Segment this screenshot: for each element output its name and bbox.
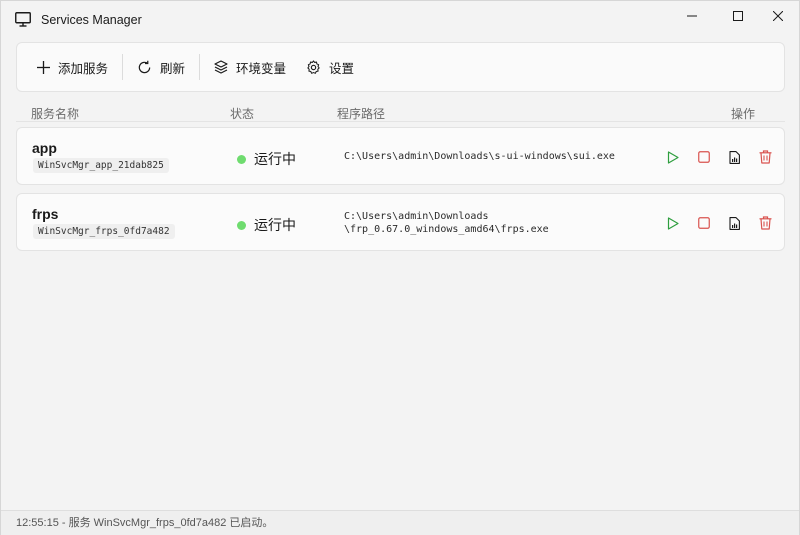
add-service-label: 添加服务	[58, 61, 109, 76]
toolbar-separator	[122, 54, 124, 80]
column-header-status: 状态	[230, 107, 255, 121]
service-status: 运行中	[237, 149, 296, 169]
env-vars-label: 环境变量	[236, 61, 287, 76]
env-vars-button[interactable]: 环境变量	[204, 50, 296, 84]
service-row[interactable]: frps WinSvcMgr_frps_0fd7a482 运行中 C:\User…	[16, 193, 785, 251]
status-text: 运行中	[254, 217, 296, 233]
title-bar[interactable]: Services Manager	[1, 1, 799, 35]
log-file-icon	[729, 216, 740, 230]
path-line: \frp_0.67.0_windows_amd64\frps.exe	[344, 224, 549, 235]
refresh-icon	[138, 60, 151, 73]
status-dot-icon	[237, 220, 246, 230]
gear-icon	[307, 59, 320, 74]
toolbar: 添加服务 刷新 环境变量 设置	[16, 42, 785, 92]
service-name: app	[32, 140, 57, 156]
path-line: C:\Users\admin\Downloads\s-ui-windows\su…	[344, 151, 615, 162]
log-file-icon	[729, 150, 740, 164]
window-title: Services Manager	[41, 13, 142, 27]
refresh-button[interactable]: 刷新	[127, 50, 195, 84]
toolbar-separator	[199, 54, 201, 80]
trash-icon	[759, 150, 772, 164]
close-icon	[773, 11, 783, 21]
refresh-label: 刷新	[160, 61, 186, 76]
view-log-button[interactable]	[719, 214, 750, 232]
settings-label: 设置	[329, 61, 355, 76]
stop-icon	[697, 151, 710, 163]
minimize-icon	[687, 15, 697, 17]
delete-button[interactable]	[750, 214, 781, 232]
header-divider	[16, 121, 785, 122]
stop-button[interactable]	[688, 214, 719, 232]
path-line: C:\Users\admin\Downloads	[344, 211, 489, 222]
status-text: 运行中	[254, 151, 296, 167]
column-header-actions: 操作	[731, 107, 756, 121]
play-icon	[667, 150, 679, 164]
service-status: 运行中	[237, 215, 296, 235]
row-actions	[657, 214, 781, 232]
minimize-button[interactable]	[669, 1, 715, 31]
app-window: Services Manager 添加服务 刷新 环境变量 设置 服务名称 状态…	[0, 0, 800, 535]
service-path: C:\Users\admin\Downloads\s-ui-windows\su…	[344, 150, 615, 163]
start-button[interactable]	[657, 214, 688, 232]
row-actions	[657, 148, 781, 166]
monitor-icon	[15, 12, 31, 27]
delete-button[interactable]	[750, 148, 781, 166]
close-button[interactable]	[755, 1, 800, 31]
service-id: WinSvcMgr_frps_0fd7a482	[33, 224, 175, 239]
service-path: C:\Users\admin\Downloads \frp_0.67.0_win…	[344, 210, 549, 236]
view-log-button[interactable]	[719, 148, 750, 166]
status-bar: 12:55:15 - 服务 WinSvcMgr_frps_0fd7a482 已启…	[1, 510, 799, 535]
trash-icon	[759, 216, 772, 230]
play-icon	[667, 216, 679, 230]
service-row[interactable]: app WinSvcMgr_app_21dab825 运行中 C:\Users\…	[16, 127, 785, 185]
layers-icon	[214, 60, 228, 74]
status-message: 12:55:15 - 服务 WinSvcMgr_frps_0fd7a482 已启…	[16, 517, 274, 529]
plus-icon	[37, 60, 50, 74]
status-dot-icon	[237, 154, 246, 164]
service-name: frps	[32, 206, 59, 222]
start-button[interactable]	[657, 148, 688, 166]
stop-button[interactable]	[688, 148, 719, 166]
column-header-path: 程序路径	[337, 107, 386, 121]
settings-button[interactable]: 设置	[296, 50, 364, 84]
column-header-name: 服务名称	[31, 107, 80, 121]
service-id: WinSvcMgr_app_21dab825	[33, 158, 169, 173]
maximize-icon	[733, 11, 743, 21]
add-service-button[interactable]: 添加服务	[27, 50, 118, 84]
stop-icon	[697, 217, 710, 229]
